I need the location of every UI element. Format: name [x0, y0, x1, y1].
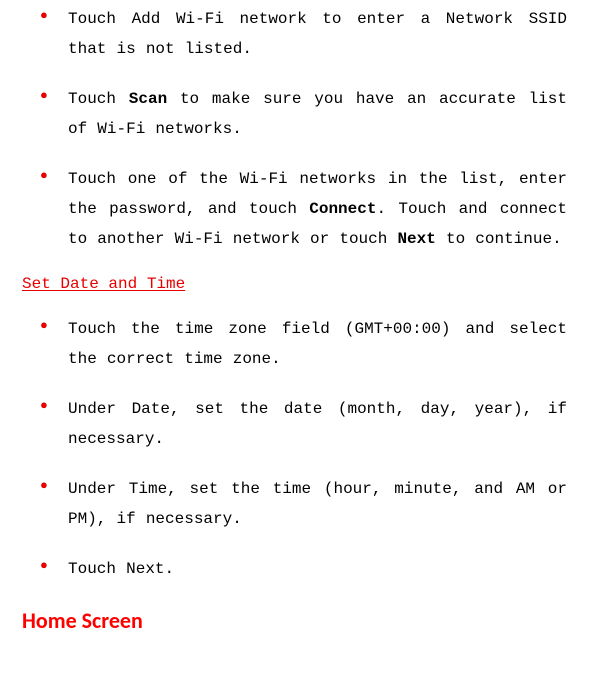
list-item-text: Touch Scan to make sure you have an accu…	[68, 84, 567, 144]
list-item: ● Touch Next.	[22, 554, 567, 584]
list-item-text: Touch Next.	[68, 554, 567, 584]
bullet-icon: ●	[22, 4, 68, 64]
bullet-icon: ●	[22, 394, 68, 454]
list-item-text: Touch Add Wi-Fi network to enter a Netwo…	[68, 4, 567, 64]
bold-term: Next	[397, 230, 435, 248]
list-item: ● Under Date, set the date (month, day, …	[22, 394, 567, 454]
list-item: ● Touch the time zone field (GMT+00:00) …	[22, 314, 567, 374]
section-heading-home: Home Screen	[22, 606, 567, 636]
section-heading-datetime: Set Date and Time	[22, 274, 567, 296]
bullet-icon: ●	[22, 164, 68, 254]
list-item-text: Touch one of the Wi-Fi networks in the l…	[68, 164, 567, 254]
list-item: ● Touch Scan to make sure you have an ac…	[22, 84, 567, 144]
bullet-icon: ●	[22, 314, 68, 374]
bullet-icon: ●	[22, 474, 68, 534]
bullet-icon: ●	[22, 554, 68, 584]
list-item: ● Touch one of the Wi-Fi networks in the…	[22, 164, 567, 254]
list-item: ● Touch Add Wi-Fi network to enter a Net…	[22, 4, 567, 64]
bold-term: Connect	[309, 200, 376, 218]
list-item: ● Under Time, set the time (hour, minute…	[22, 474, 567, 534]
list-item-text: Touch the time zone field (GMT+00:00) an…	[68, 314, 567, 374]
list-item-text: Under Date, set the date (month, day, ye…	[68, 394, 567, 454]
bullet-icon: ●	[22, 84, 68, 144]
list-item-text: Under Time, set the time (hour, minute, …	[68, 474, 567, 534]
bold-term: Scan	[129, 90, 167, 108]
